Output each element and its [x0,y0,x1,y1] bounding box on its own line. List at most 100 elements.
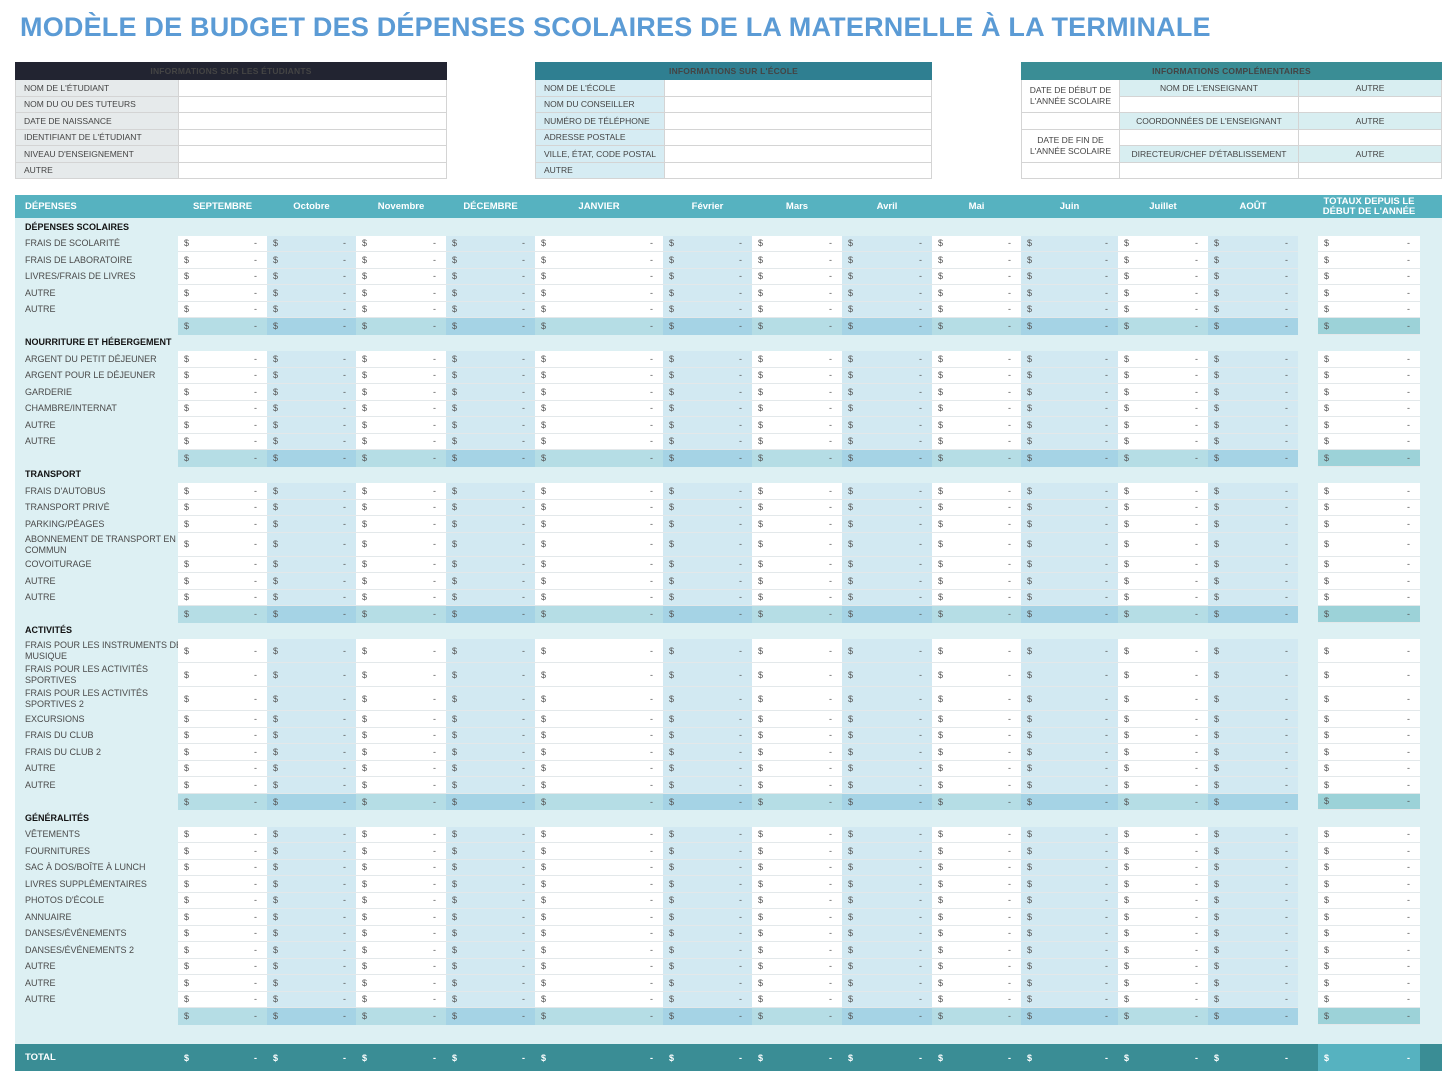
amount-cell[interactable]: $ - [356,433,446,450]
student-name-input[interactable] [178,79,447,97]
teacher-contact-input[interactable] [1119,128,1299,146]
amount-cell[interactable]: $ - [535,925,663,942]
amount-cell[interactable]: $ - [446,744,535,761]
amount-cell[interactable]: $ - [932,252,1021,269]
amount-cell[interactable]: $ - [1118,499,1208,516]
amount-cell[interactable]: $ - [752,859,842,876]
amount-cell[interactable]: $ - [1118,727,1208,744]
amount-cell[interactable]: $ - [1208,285,1298,302]
amount-cell[interactable]: $ - [446,400,535,417]
amount-cell[interactable]: $ - [267,556,356,573]
amount-cell[interactable]: $ - [663,367,752,384]
amount-cell[interactable]: $ - [356,760,446,777]
amount-cell[interactable]: $ - [356,483,446,500]
amount-cell[interactable]: $ - [1208,727,1298,744]
amount-cell[interactable]: $ - [356,351,446,368]
amount-cell[interactable]: $ - [446,384,535,401]
amount-cell[interactable]: $ - [1118,483,1208,500]
amount-cell[interactable]: $ - [842,727,932,744]
amount-cell[interactable]: $ - [267,876,356,893]
amount-cell[interactable]: $ - [446,235,535,252]
amount-cell[interactable]: $ - [267,663,356,687]
amount-cell[interactable]: $ - [752,727,842,744]
amount-cell[interactable]: $ - [446,859,535,876]
amount-cell[interactable]: $ - [752,711,842,728]
amount-cell[interactable]: $ - [1118,252,1208,269]
amount-cell[interactable]: $ - [932,556,1021,573]
amount-cell[interactable]: $ - [1021,687,1118,711]
amount-cell[interactable]: $ - [267,367,356,384]
amount-cell[interactable]: $ - [842,301,932,318]
amount-cell[interactable]: $ - [752,843,842,860]
amount-cell[interactable]: $ - [842,843,932,860]
amount-cell[interactable]: $ - [446,843,535,860]
amount-cell[interactable]: $ - [1118,573,1208,590]
amount-cell[interactable]: $ - [932,384,1021,401]
amount-cell[interactable]: $ - [267,727,356,744]
amount-cell[interactable]: $ - [535,975,663,992]
amount-cell[interactable]: $ - [842,859,932,876]
amount-cell[interactable]: $ - [932,367,1021,384]
amount-cell[interactable]: $ - [932,483,1021,500]
amount-cell[interactable]: $ - [178,351,267,368]
amount-cell[interactable]: $ - [752,499,842,516]
amount-cell[interactable]: $ - [1118,777,1208,794]
amount-cell[interactable]: $ - [1021,573,1118,590]
amount-cell[interactable]: $ - [1021,367,1118,384]
amount-cell[interactable]: $ - [356,516,446,533]
amount-cell[interactable]: $ - [535,727,663,744]
amount-cell[interactable]: $ - [446,975,535,992]
amount-cell[interactable]: $ - [446,777,535,794]
amount-cell[interactable]: $ - [752,252,842,269]
amount-cell[interactable]: $ - [932,843,1021,860]
amount-cell[interactable]: $ - [267,925,356,942]
amount-cell[interactable]: $ - [446,925,535,942]
amount-cell[interactable]: $ - [535,301,663,318]
amount-cell[interactable]: $ - [535,991,663,1008]
amount-cell[interactable]: $ - [267,252,356,269]
amount-cell[interactable]: $ - [356,268,446,285]
teacher-name-input[interactable] [1119,95,1299,113]
amount-cell[interactable]: $ - [1118,687,1208,711]
amount-cell[interactable]: $ - [178,942,267,959]
amount-cell[interactable]: $ - [267,826,356,843]
amount-cell[interactable]: $ - [663,876,752,893]
amount-cell[interactable]: $ - [446,351,535,368]
amount-cell[interactable]: $ - [752,663,842,687]
amount-cell[interactable]: $ - [356,663,446,687]
amount-cell[interactable]: $ - [663,483,752,500]
amount-cell[interactable]: $ - [178,909,267,926]
amount-cell[interactable]: $ - [178,975,267,992]
amount-cell[interactable]: $ - [752,532,842,557]
amount-cell[interactable]: $ - [446,433,535,450]
amount-cell[interactable]: $ - [932,301,1021,318]
amount-cell[interactable]: $ - [932,909,1021,926]
amount-cell[interactable]: $ - [535,483,663,500]
amount-cell[interactable]: $ - [932,991,1021,1008]
amount-cell[interactable]: $ - [752,744,842,761]
amount-cell[interactable]: $ - [842,351,932,368]
amount-cell[interactable]: $ - [663,777,752,794]
amount-cell[interactable]: $ - [178,433,267,450]
amount-cell[interactable]: $ - [932,663,1021,687]
amount-cell[interactable]: $ - [932,859,1021,876]
amount-cell[interactable]: $ - [752,589,842,606]
amount-cell[interactable]: $ - [1208,400,1298,417]
amount-cell[interactable]: $ - [178,400,267,417]
amount-cell[interactable]: $ - [178,826,267,843]
amount-cell[interactable]: $ - [663,711,752,728]
amount-cell[interactable]: $ - [446,639,535,663]
amount-cell[interactable]: $ - [1118,235,1208,252]
amount-cell[interactable]: $ - [178,876,267,893]
amount-cell[interactable]: $ - [267,433,356,450]
amount-cell[interactable]: $ - [267,958,356,975]
amount-cell[interactable]: $ - [842,285,932,302]
amount-cell[interactable]: $ - [178,384,267,401]
amount-cell[interactable]: $ - [535,639,663,663]
amount-cell[interactable]: $ - [1208,826,1298,843]
amount-cell[interactable]: $ - [356,235,446,252]
amount-cell[interactable]: $ - [663,639,752,663]
amount-cell[interactable]: $ - [752,483,842,500]
amount-cell[interactable]: $ - [1118,384,1208,401]
amount-cell[interactable]: $ - [842,744,932,761]
